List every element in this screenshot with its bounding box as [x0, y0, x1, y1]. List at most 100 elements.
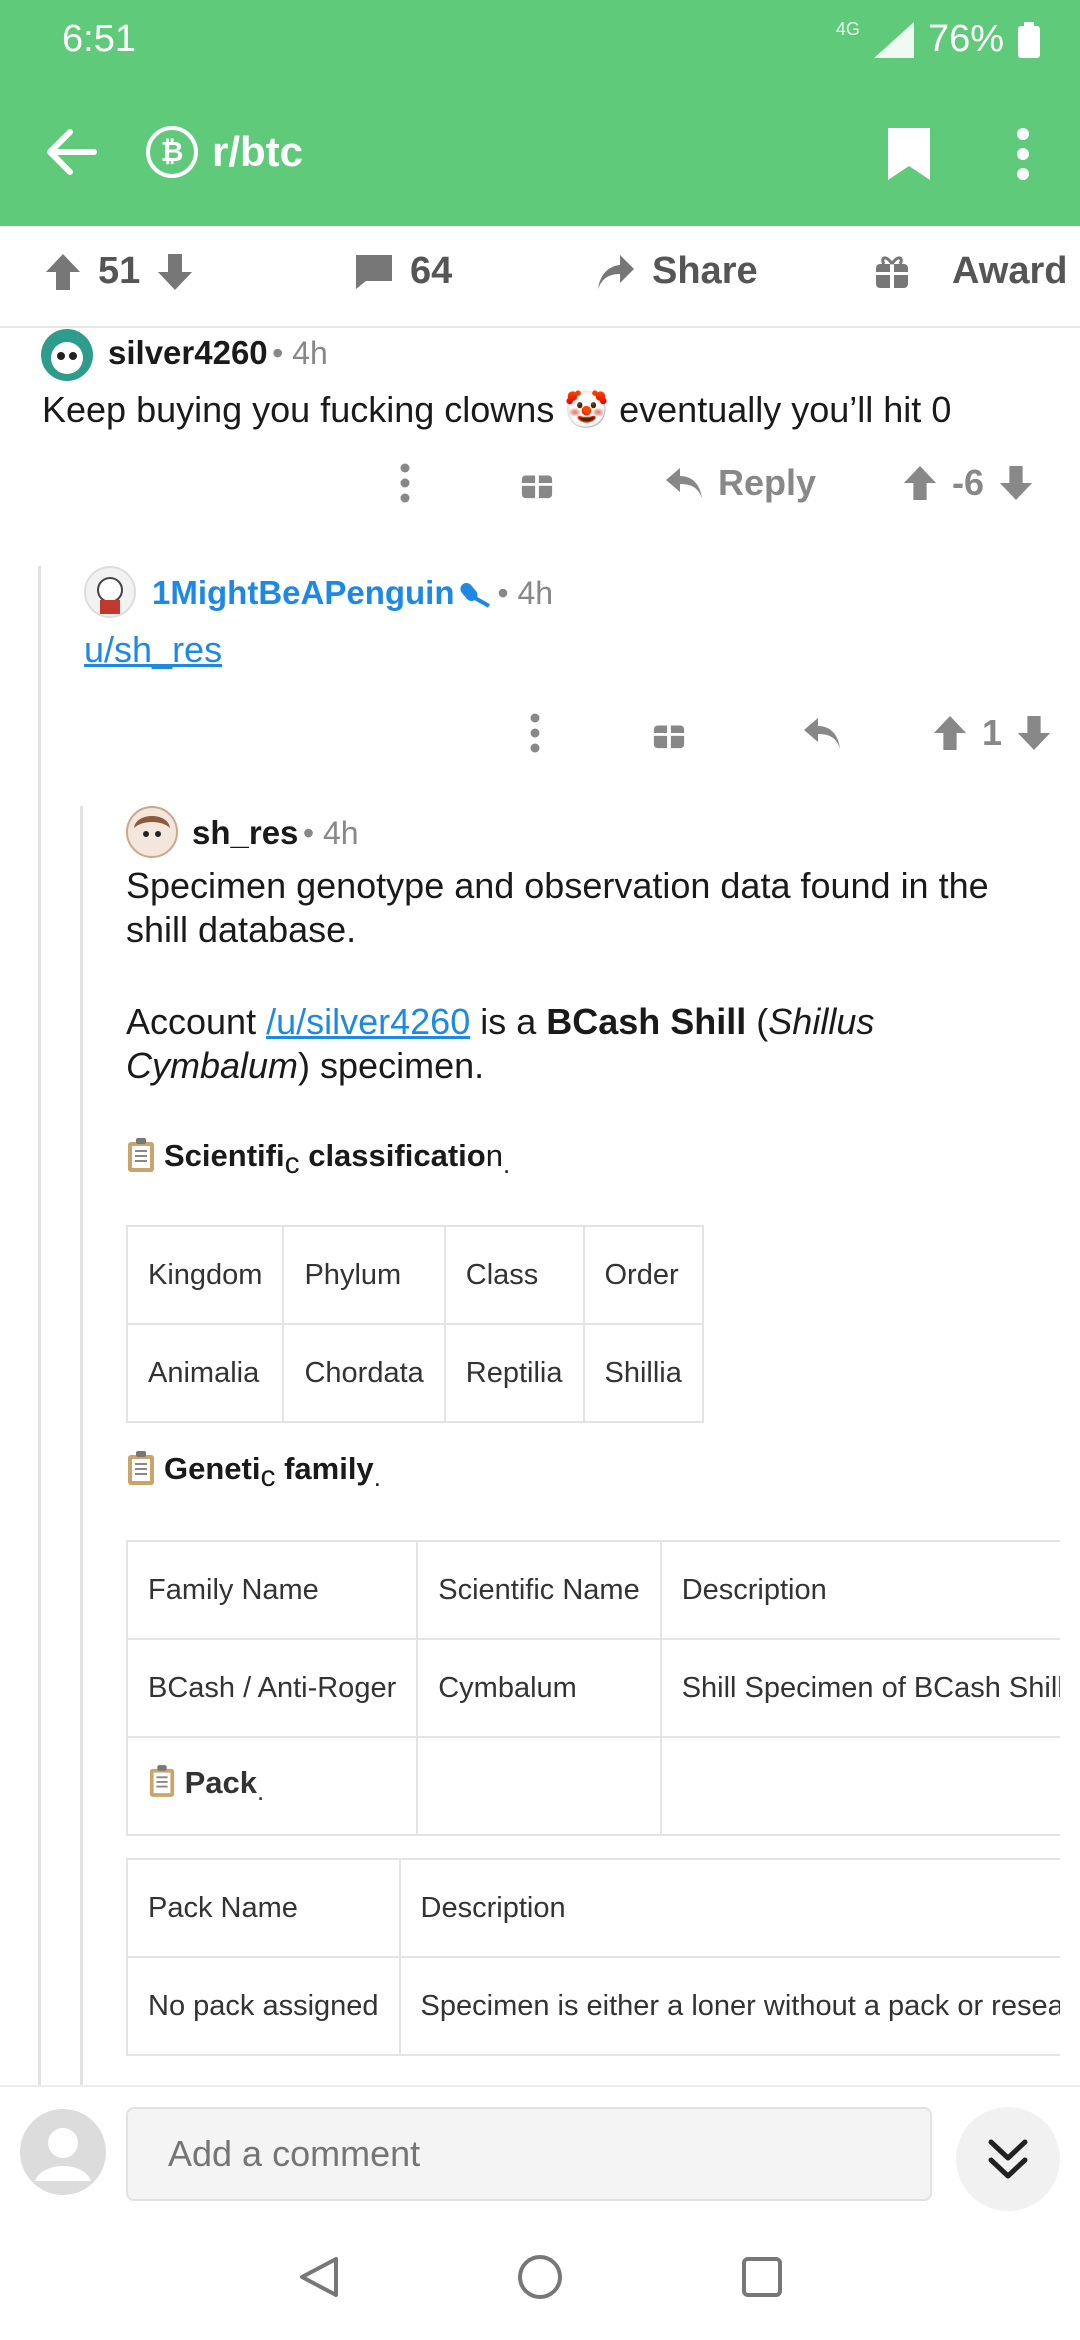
comment-body: Keep buying you fucking clowns 🤡 eventua… — [42, 389, 952, 430]
app-header: 6:51 4G 76% ₿ r/btc — [0, 0, 1080, 226]
table-cell: Shill Specimen of BCash Shill — [659, 1638, 1060, 1739]
table-cell: No pack assigned — [126, 1956, 401, 2057]
nav-back-icon[interactable] — [298, 2255, 340, 2299]
comment-score: 1 — [982, 712, 1003, 753]
gift-icon[interactable] — [520, 466, 554, 500]
battery-level: 76% — [927, 18, 1004, 60]
comment-time: 4h — [292, 335, 328, 371]
text-span: ) specimen. — [298, 1045, 485, 1086]
heading-text: n — [485, 1138, 503, 1173]
reply-icon[interactable] — [802, 716, 842, 750]
heading-sub: c — [260, 1460, 276, 1494]
paragraph: Specimen genotype and observation data f… — [126, 865, 989, 950]
bookmark-icon[interactable] — [888, 128, 930, 180]
signal-icon — [873, 21, 914, 58]
table-cell: Cymbalum — [416, 1638, 662, 1739]
award-button[interactable]: Award — [874, 250, 1067, 293]
avatar[interactable] — [84, 566, 136, 618]
table-cell: Specimen is either a loner without a pac… — [398, 1956, 1060, 2057]
avatar[interactable] — [126, 806, 178, 858]
table-row: No pack assigned Specimen is either a lo… — [126, 1956, 1060, 2057]
upvote-icon[interactable] — [44, 252, 82, 292]
collapse-button[interactable] — [956, 2107, 1060, 2211]
table-header: Phylum — [282, 1225, 446, 1326]
text-span: ( — [746, 1001, 769, 1042]
comment-time: 4h — [322, 815, 359, 851]
status-bar-right: 4G 76% — [836, 18, 1040, 61]
heading-text: family — [275, 1451, 374, 1487]
downvote-icon[interactable] — [156, 252, 194, 292]
bold-text: BCash Shill — [546, 1001, 747, 1042]
reply-button[interactable]: Reply — [664, 462, 816, 504]
section-heading: Genetic family. — [126, 1451, 1060, 1494]
heading-sub: . — [502, 1151, 511, 1180]
table-cell: BCash / Anti-Roger — [126, 1638, 419, 1739]
more-vert-icon[interactable] — [1016, 128, 1030, 180]
heading-text: Scientifi — [164, 1138, 285, 1173]
comment-input[interactable] — [126, 2107, 932, 2201]
section-heading: Scientific classification. — [126, 1138, 1060, 1181]
table-cell — [659, 1736, 1060, 1837]
avatar[interactable] — [40, 328, 94, 382]
more-vert-icon[interactable] — [400, 463, 410, 503]
username[interactable]: silver4260 — [108, 334, 268, 371]
double-chevron-down-icon — [988, 2139, 1028, 2179]
comment-composer — [0, 2085, 1080, 2217]
heading-text: Pack — [184, 1765, 258, 1801]
heading-text: Geneti — [164, 1451, 261, 1487]
table-cell — [416, 1736, 662, 1837]
table-header: Family Name — [126, 1540, 419, 1641]
share-icon — [598, 254, 634, 289]
user-mention-link[interactable]: u/sh_res — [84, 628, 222, 672]
share-button[interactable]: Share — [596, 250, 758, 293]
table-cell: Shillia — [582, 1323, 704, 1424]
heading-sub: . — [373, 1464, 381, 1493]
comment-count: 64 — [410, 250, 453, 292]
comment-time: 4h — [517, 575, 554, 611]
nav-home-icon[interactable] — [516, 2253, 564, 2301]
subreddit-name[interactable]: r/btc — [212, 128, 303, 176]
username[interactable]: 1MightBeAPenguin — [152, 574, 455, 611]
mic-icon — [460, 582, 490, 608]
reply-icon — [666, 468, 702, 498]
back-arrow-icon[interactable] — [46, 128, 98, 176]
paragraph: Account /u/silver4260 is a BCash Shill (… — [126, 1000, 1026, 1088]
table-row: Pack Name Description — [126, 1858, 1060, 1959]
table-cell: Chordata — [282, 1323, 446, 1424]
reply-label: Reply — [718, 462, 817, 503]
text-span: Account — [126, 1001, 267, 1042]
table-header: Kingdom — [126, 1225, 285, 1326]
comments-button[interactable]: 64 — [354, 250, 452, 293]
battery-icon — [1018, 21, 1040, 58]
family-table: Family Name Scientific Name Description … — [126, 1540, 1060, 1837]
table-header: Description — [398, 1858, 1060, 1959]
bitcoin-icon: ₿ — [146, 126, 198, 178]
table-cell: Reptilia — [443, 1323, 585, 1424]
comment-vote: -6 — [902, 462, 1034, 504]
network-icon: 4G — [835, 19, 860, 39]
upvote-icon[interactable] — [932, 714, 968, 752]
table-header: Scientific Name — [416, 1540, 662, 1641]
downvote-icon[interactable] — [998, 464, 1034, 502]
more-vert-icon[interactable] — [530, 713, 540, 753]
system-nav-bar — [0, 2215, 1080, 2340]
table-row: Pack. — [126, 1736, 1060, 1837]
thread-line — [80, 806, 83, 2086]
upvote-icon[interactable] — [902, 464, 938, 502]
table-row: BCash / Anti-Roger Cymbalum Shill Specim… — [126, 1638, 1060, 1739]
table-header: Description — [659, 1540, 1060, 1641]
nav-recents-icon[interactable] — [740, 2255, 784, 2299]
user-link[interactable]: /u/silver4260 — [266, 1001, 470, 1042]
downvote-icon[interactable] — [1016, 714, 1052, 752]
table-cell: Animalia — [126, 1323, 285, 1424]
gift-icon[interactable] — [652, 716, 686, 750]
thread-line — [38, 566, 41, 2086]
comment-actions: 1 — [530, 712, 1052, 754]
username[interactable]: sh_res — [192, 814, 298, 851]
heading-sub: c — [284, 1147, 300, 1181]
classification-table: Kingdom Phylum Class Order Animalia Chor… — [126, 1225, 704, 1424]
post-score: 51 — [98, 250, 141, 292]
table-row: Family Name Scientific Name Description — [126, 1540, 1060, 1641]
avatar-icon[interactable] — [20, 2109, 106, 2195]
comment-header: 1MightBeAPenguin • 4h — [152, 574, 554, 611]
